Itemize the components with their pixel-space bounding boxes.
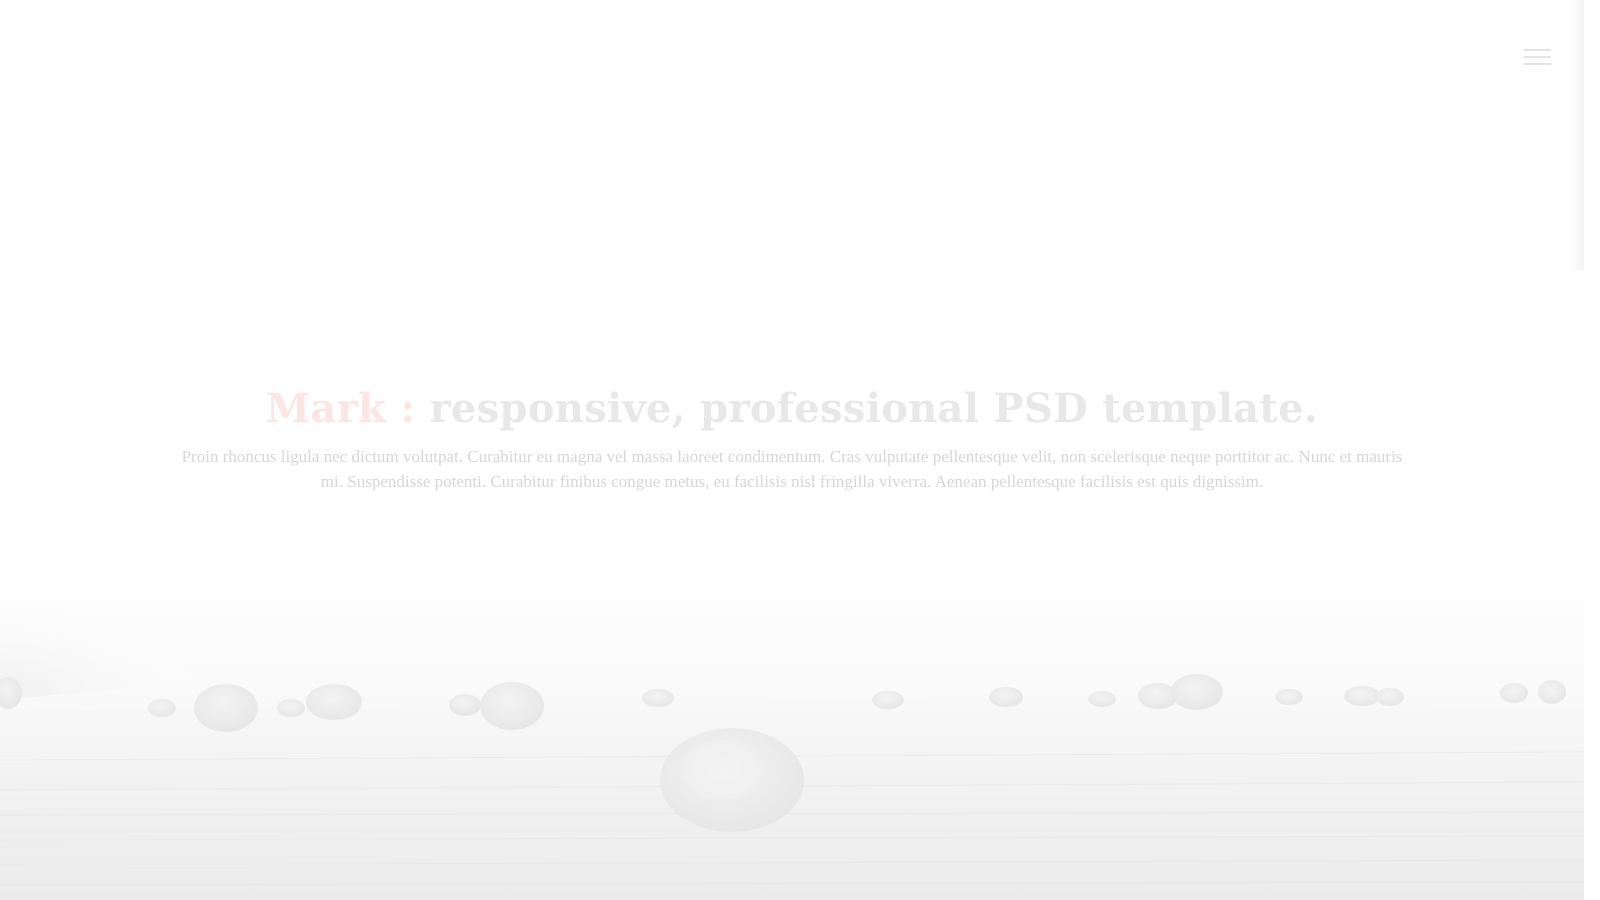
page-gutter <box>1584 0 1600 900</box>
hero-content: Mark : responsive, professional PSD temp… <box>0 380 1584 494</box>
hamburger-menu-button[interactable] <box>1524 47 1552 67</box>
gutter-shade <box>1570 0 1584 270</box>
hamburger-icon-bar-top <box>1524 49 1551 51</box>
hero-title-rest: responsive, professional PSD template. <box>429 385 1319 432</box>
hero-title: Mark : responsive, professional PSD temp… <box>0 380 1584 438</box>
hero-description: Proin rhoncus ligula nec dictum volutpat… <box>181 447 1403 491</box>
hamburger-icon-bar-bottom <box>1524 63 1551 65</box>
hamburger-icon-bar-middle <box>1524 56 1551 58</box>
page: Mark : responsive, professional PSD temp… <box>0 0 1600 900</box>
hero-title-brand: Mark : <box>265 385 416 432</box>
